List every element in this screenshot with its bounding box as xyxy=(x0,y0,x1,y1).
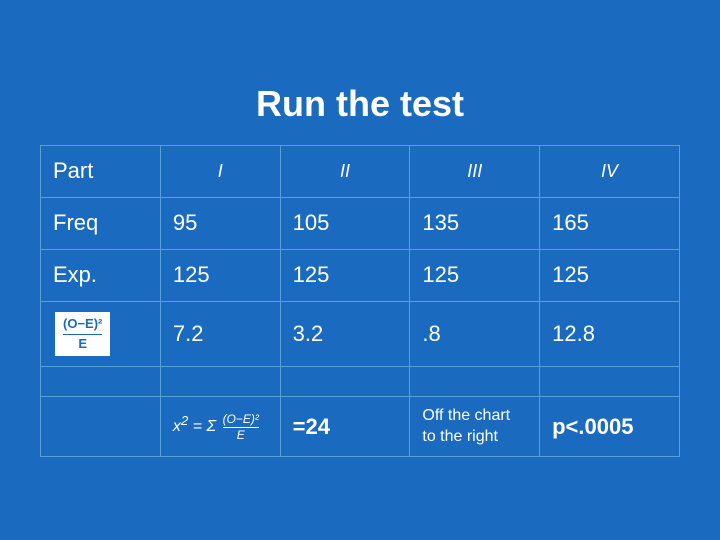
off-chart-text: Off the chart to the right xyxy=(410,397,540,457)
empty-row xyxy=(41,367,680,397)
freq-col4: 165 xyxy=(540,197,680,249)
formula-box: (O−E)² E xyxy=(53,310,112,359)
exp-col3: 125 xyxy=(410,249,540,301)
header-row: Part I II III IV xyxy=(41,145,680,197)
calc-col4: 12.8 xyxy=(540,301,680,367)
calc-col2: 3.2 xyxy=(280,301,410,367)
freq-col3: 135 xyxy=(410,197,540,249)
freq-col2: 105 xyxy=(280,197,410,249)
freq-label: Freq xyxy=(41,197,161,249)
empty-cell-4 xyxy=(410,367,540,397)
freq-row: Freq 95 105 135 165 xyxy=(41,197,680,249)
calc-col1: 7.2 xyxy=(160,301,280,367)
result-label-cell xyxy=(41,397,161,457)
exp-col1: 125 xyxy=(160,249,280,301)
exp-col4: 125 xyxy=(540,249,680,301)
exp-col2: 125 xyxy=(280,249,410,301)
freq-col1: 95 xyxy=(160,197,280,249)
calc-col3: .8 xyxy=(410,301,540,367)
exp-row: Exp. 125 125 125 125 xyxy=(41,249,680,301)
formula-cell: (O−E)² E xyxy=(41,301,161,367)
chi-formula: x2 = Σ (O−E)²E xyxy=(173,412,259,442)
calc-row: (O−E)² E 7.2 3.2 .8 12.8 xyxy=(41,301,680,367)
exp-label: Exp. xyxy=(41,249,161,301)
header-part: Part xyxy=(41,145,161,197)
empty-cell-2 xyxy=(160,367,280,397)
header-col4: IV xyxy=(540,145,680,197)
empty-cell-5 xyxy=(540,367,680,397)
page-title: Run the test xyxy=(256,83,464,125)
header-col2: II xyxy=(280,145,410,197)
empty-cell-3 xyxy=(280,367,410,397)
result-row: x2 = Σ (O−E)²E =24 Off the chart to the … xyxy=(41,397,680,457)
sum-result: =24 xyxy=(280,397,410,457)
empty-cell-1 xyxy=(41,367,161,397)
p-value: p<.0005 xyxy=(540,397,680,457)
chi-formula-cell: x2 = Σ (O−E)²E xyxy=(160,397,280,457)
header-col3: III xyxy=(410,145,540,197)
table-wrapper: Part I II III IV Freq 95 105 135 165 Exp… xyxy=(40,145,680,458)
header-col1: I xyxy=(160,145,280,197)
data-table: Part I II III IV Freq 95 105 135 165 Exp… xyxy=(40,145,680,458)
